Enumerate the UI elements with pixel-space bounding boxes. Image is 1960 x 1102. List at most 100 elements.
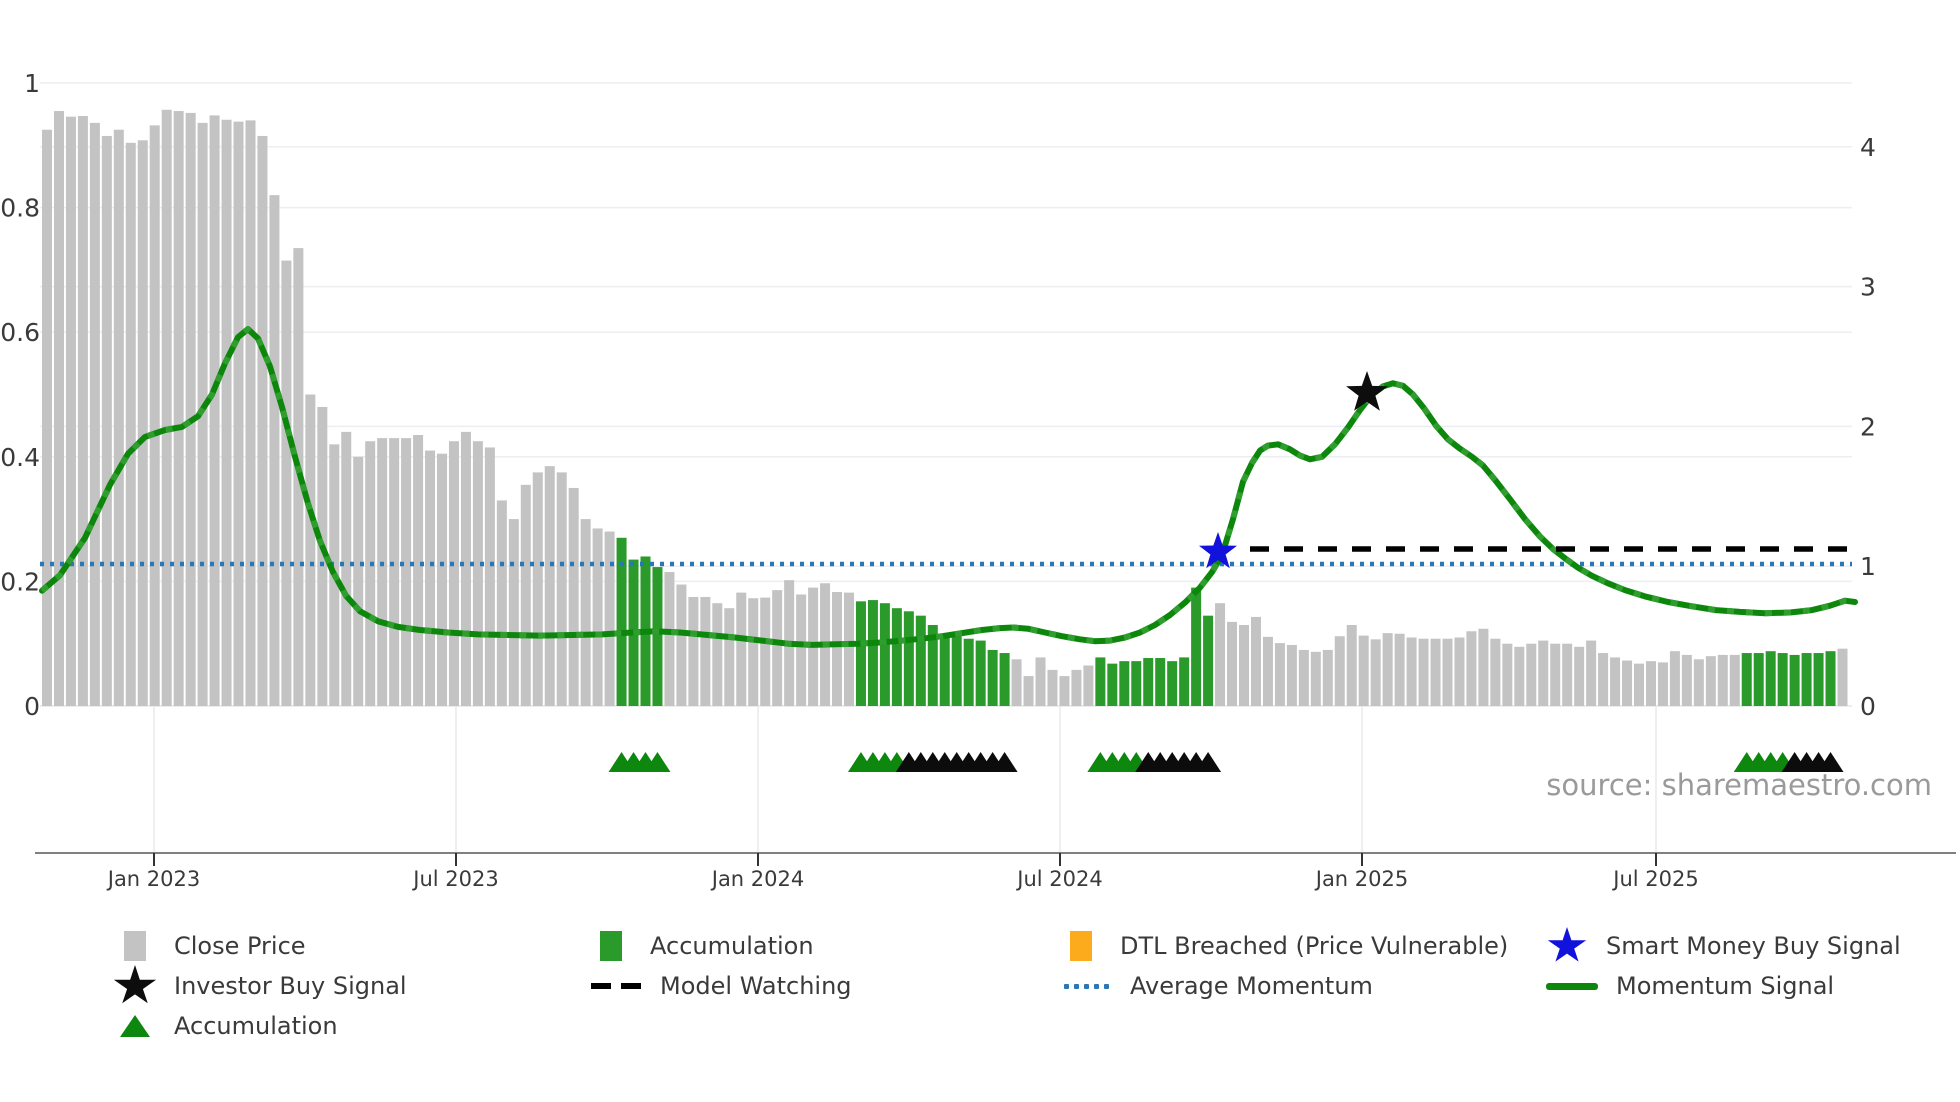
close-price-bar bbox=[137, 140, 148, 707]
close-price-bar bbox=[389, 438, 400, 706]
close-price-bar bbox=[1526, 643, 1537, 706]
right-axis-labels: 0 1 2 3 4 bbox=[1860, 133, 1876, 721]
close-price-bar bbox=[556, 472, 567, 706]
close-price-bar bbox=[53, 111, 64, 706]
close-price-bar bbox=[1346, 625, 1357, 706]
accumulation-bar bbox=[915, 615, 926, 706]
close-price-bar bbox=[1514, 646, 1525, 706]
close-price-bar bbox=[65, 116, 76, 707]
accumulation-bar bbox=[1119, 661, 1130, 706]
accumulation-bar bbox=[1095, 657, 1106, 706]
close-price-bar bbox=[580, 519, 591, 706]
close-price-bar bbox=[1550, 643, 1561, 706]
left-tick-label: 0.6 bbox=[0, 318, 40, 347]
close-price-bar bbox=[843, 592, 854, 706]
close-price-bar bbox=[496, 500, 507, 706]
close-price-bar bbox=[101, 135, 112, 706]
close-price-bar bbox=[700, 596, 711, 706]
close-price-bar bbox=[508, 519, 519, 706]
close-price-swatch-icon bbox=[112, 931, 158, 961]
close-price-bar bbox=[413, 434, 424, 706]
accumulation-bar bbox=[1753, 653, 1764, 706]
legend-item-dtl-breached: DTL Breached (Price Vulnerable) bbox=[1058, 926, 1508, 966]
close-price-bar bbox=[676, 584, 687, 706]
close-price-bar bbox=[377, 438, 388, 706]
legend-column-1: Close Price Investor Buy Signal Accumula… bbox=[112, 926, 407, 1046]
close-price-bar bbox=[832, 591, 843, 706]
accumulation-bar bbox=[1143, 658, 1154, 706]
close-price-bar bbox=[173, 111, 184, 706]
accumulation-bar bbox=[1777, 653, 1788, 706]
accumulation-bar bbox=[1765, 651, 1776, 706]
close-price-bar bbox=[257, 135, 268, 706]
close-price-bar bbox=[1562, 643, 1573, 706]
close-price-bar bbox=[245, 120, 256, 706]
close-price-bar bbox=[281, 260, 292, 706]
green-line-icon bbox=[1544, 982, 1600, 990]
close-price-bar bbox=[77, 116, 88, 707]
legend-label: Model Watching bbox=[660, 972, 852, 1000]
close-price-bar bbox=[401, 438, 412, 706]
legend-item-close-price: Close Price bbox=[112, 926, 407, 966]
accumulation-bar bbox=[855, 601, 866, 706]
legend-item-accumulation-marker: Accumulation bbox=[112, 1006, 407, 1046]
close-price-bar bbox=[1286, 644, 1297, 706]
right-tick-label: 1 bbox=[1860, 552, 1876, 581]
close-price-bar bbox=[568, 487, 579, 706]
accumulation-bar bbox=[652, 567, 663, 706]
close-price-bar bbox=[125, 142, 136, 707]
close-price-bar bbox=[1634, 663, 1645, 706]
close-price-bar bbox=[796, 594, 807, 706]
close-price-bar bbox=[1334, 636, 1345, 706]
legend-label: Close Price bbox=[174, 932, 306, 960]
close-price-bar bbox=[185, 112, 196, 707]
close-price-bar bbox=[1406, 637, 1417, 706]
close-price-bar bbox=[1478, 628, 1489, 706]
accumulation-bar bbox=[1155, 658, 1166, 706]
legend-item-momentum-signal: Momentum Signal bbox=[1544, 966, 1901, 1006]
legend-label: Investor Buy Signal bbox=[174, 972, 407, 1000]
close-price-bar bbox=[221, 119, 232, 706]
close-price-bar bbox=[604, 531, 615, 706]
x-tick-label: Jan 2025 bbox=[1314, 867, 1409, 891]
close-price-bar bbox=[1645, 661, 1656, 706]
close-price-bar bbox=[1071, 669, 1082, 706]
legend-column-4: Smart Money Buy Signal Momentum Signal bbox=[1544, 926, 1901, 1006]
x-axis: Jan 2023 Jul 2023 Jan 2024 Jul 2024 Jan 2025… bbox=[35, 852, 1956, 891]
legend-item-smart-money: Smart Money Buy Signal bbox=[1544, 926, 1901, 966]
close-price-bar bbox=[1215, 603, 1226, 706]
legend-item-investor-buy-signal: Investor Buy Signal bbox=[112, 965, 407, 1006]
legend-item-average-momentum: Average Momentum bbox=[1058, 966, 1508, 1006]
close-price-bar bbox=[1705, 656, 1716, 706]
close-price-bar bbox=[89, 122, 100, 706]
close-price-bar bbox=[1442, 638, 1453, 706]
close-price-bar bbox=[1239, 625, 1249, 706]
green-square-icon bbox=[588, 931, 634, 961]
legend-label: Accumulation bbox=[174, 1012, 338, 1040]
close-price-bar bbox=[425, 450, 436, 706]
blue-dotted-icon bbox=[1058, 983, 1114, 989]
x-tick-label: Jul 2025 bbox=[1611, 867, 1698, 891]
accumulation-bar bbox=[879, 603, 890, 706]
accumulation-bar bbox=[1801, 653, 1812, 706]
accumulation-bar bbox=[1789, 654, 1800, 706]
green-triangle-icon bbox=[112, 1015, 158, 1037]
close-price-bar bbox=[1298, 649, 1309, 706]
close-price-bar bbox=[1622, 660, 1633, 706]
close-price-bar bbox=[269, 195, 280, 706]
left-tick-label: 1 bbox=[24, 69, 40, 98]
accumulation-bar bbox=[939, 634, 950, 706]
left-tick-label: 0 bbox=[24, 692, 40, 721]
right-tick-label: 2 bbox=[1860, 412, 1876, 441]
accumulation-bar bbox=[1107, 663, 1118, 706]
close-price-bar bbox=[1490, 638, 1501, 706]
close-price-bar bbox=[1502, 643, 1513, 706]
accumulation-bar bbox=[999, 653, 1010, 706]
close-price-bar bbox=[460, 431, 471, 706]
close-price-bar bbox=[1693, 659, 1704, 706]
left-tick-label: 0.8 bbox=[0, 194, 40, 223]
accumulation-bar bbox=[1203, 615, 1214, 706]
close-price-bar bbox=[1837, 648, 1848, 706]
close-price-bar bbox=[1717, 654, 1728, 706]
legend-label: Average Momentum bbox=[1130, 972, 1373, 1000]
